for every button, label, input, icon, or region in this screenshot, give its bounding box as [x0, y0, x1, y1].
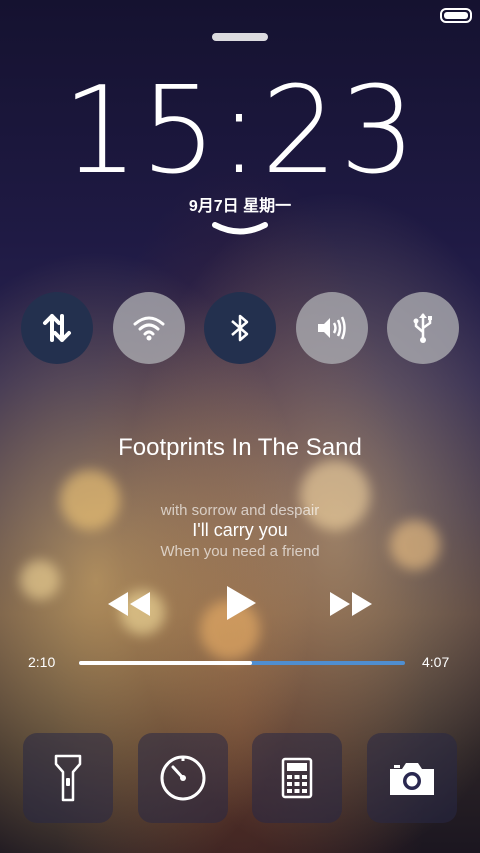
calculator-icon — [282, 757, 313, 799]
bluetooth-toggle[interactable] — [204, 292, 276, 364]
timer-icon — [160, 755, 206, 801]
chevron-down-icon[interactable] — [212, 222, 268, 238]
camera-button[interactable] — [366, 733, 457, 823]
wifi-toggle[interactable] — [112, 292, 185, 364]
wifi-icon — [133, 316, 164, 341]
flashlight-icon — [54, 754, 82, 802]
usb-icon — [413, 313, 432, 343]
fast-forward-icon[interactable] — [328, 590, 374, 618]
lyric-previous: with sorrow and despair — [160, 502, 320, 519]
flashlight-button[interactable] — [23, 733, 113, 823]
bluetooth-icon — [231, 314, 249, 342]
shortcut-bar — [23, 733, 457, 823]
lyric-current: I'll carry you — [192, 520, 288, 540]
sync-icon — [43, 314, 71, 342]
volume-toggle[interactable] — [295, 292, 368, 364]
progress-elapsed — [79, 661, 252, 665]
media-controls — [0, 582, 480, 624]
lyric-next: When you need a friend — [160, 543, 320, 560]
battery-icon — [440, 8, 472, 23]
camera-icon — [389, 763, 434, 795]
calculator-button[interactable] — [252, 733, 343, 823]
sync-toggle[interactable] — [21, 292, 93, 364]
progress-bar[interactable] — [79, 661, 405, 665]
total-duration: 4:07 — [422, 654, 450, 670]
elapsed-time: 2:10 — [28, 654, 56, 670]
clock-date: 9月7日 星期一 — [188, 198, 292, 215]
usb-toggle[interactable] — [387, 292, 459, 364]
song-title: Footprints In The Sand — [118, 434, 362, 461]
pull-down-handle[interactable] — [212, 33, 268, 41]
volume-icon — [317, 316, 346, 340]
clock-time: 15:23 — [62, 62, 418, 201]
timer-button[interactable] — [137, 733, 228, 823]
quick-toggles — [21, 292, 459, 364]
play-icon[interactable] — [224, 584, 258, 622]
rewind-icon[interactable] — [106, 590, 152, 618]
